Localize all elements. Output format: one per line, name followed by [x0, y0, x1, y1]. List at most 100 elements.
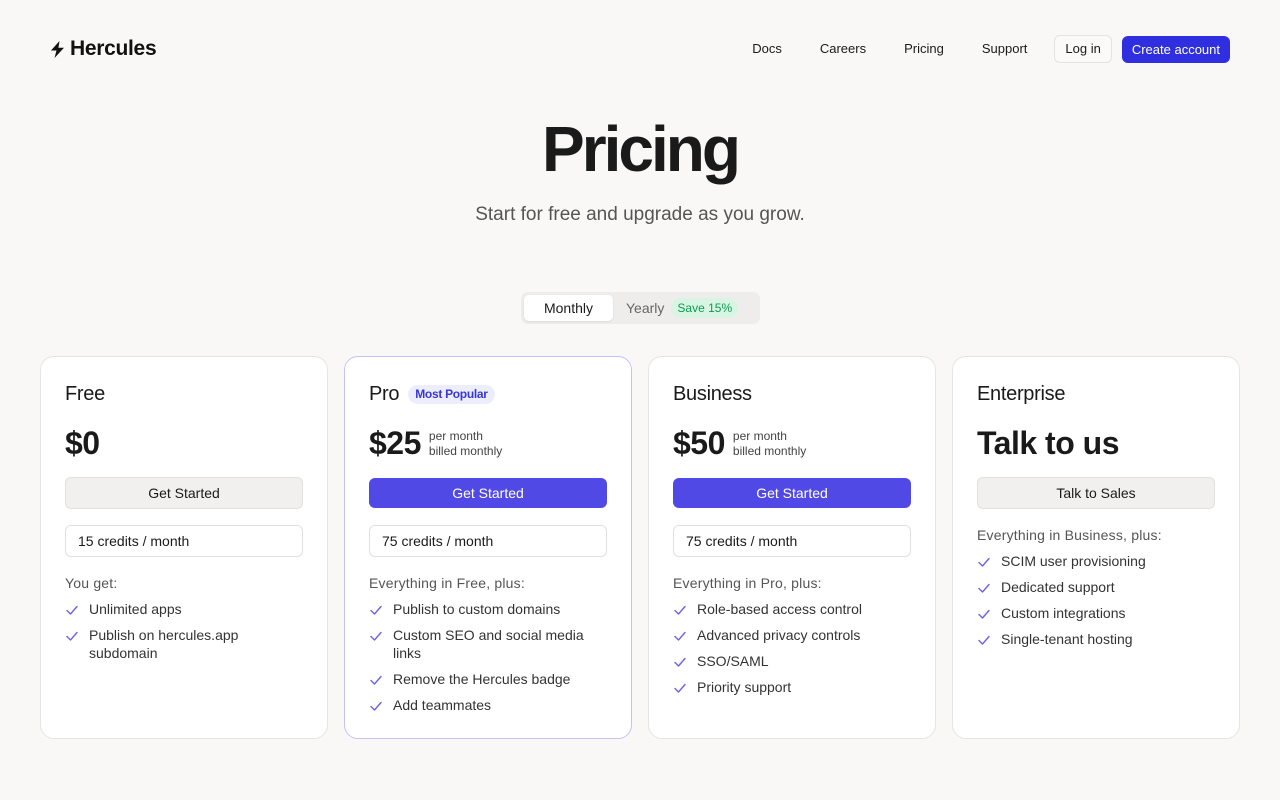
credits-selector[interactable]: 15 credits / month — [65, 525, 303, 557]
plan-name: Enterprise — [977, 383, 1065, 406]
feature-item: SCIM user provisioning — [977, 552, 1217, 570]
check-icon — [66, 631, 78, 641]
plan-card-enterprise: Enterprise Talk to us Talk to Sales Ever… — [952, 356, 1240, 739]
features-heading: You get: — [65, 575, 118, 591]
plan-price: $25 per month billed monthly — [369, 423, 502, 463]
check-icon — [370, 631, 382, 641]
create-account-button[interactable]: Create account — [1121, 35, 1230, 63]
check-icon — [370, 675, 382, 685]
price-value: Talk to us — [977, 425, 1119, 461]
feature-label: Advanced privacy controls — [697, 627, 861, 643]
feature-item: Add teammates — [369, 696, 609, 714]
feature-item: Advanced privacy controls — [673, 626, 913, 644]
feature-item: Role-based access control — [673, 600, 913, 618]
feature-item: Priority support — [673, 678, 913, 696]
price-value: $25 — [369, 425, 421, 461]
feature-item: Custom integrations — [977, 604, 1217, 622]
site-header: Hercules Docs Careers Pricing Support Lo… — [0, 0, 1280, 98]
billing-period-toggle: Monthly Yearly Save 15% — [521, 292, 760, 324]
price-billing: billed monthly — [428, 444, 503, 458]
price-billing: billed monthly — [732, 444, 807, 458]
feature-list: Publish to custom domains Custom SEO and… — [369, 600, 609, 722]
feature-label: Single-tenant hosting — [1001, 631, 1133, 647]
feature-label: Remove the Hercules badge — [393, 671, 571, 687]
feature-label: Publish on hercules.app subdomain — [89, 627, 239, 661]
nav-careers[interactable]: Careers — [820, 35, 866, 63]
check-icon — [370, 605, 382, 615]
page-subtitle: Start for free and upgrade as you grow. — [475, 204, 805, 225]
feature-item: Dedicated support — [977, 578, 1217, 596]
get-started-button[interactable]: Get Started — [65, 477, 303, 509]
check-icon — [978, 635, 990, 645]
plan-name-text: Pro — [369, 383, 400, 405]
plan-name: Pro Most Popular — [369, 383, 495, 406]
plan-card-pro: Pro Most Popular $25 per month billed mo… — [344, 356, 632, 739]
plan-name-text: Business — [673, 383, 752, 405]
price-value: $0 — [65, 425, 100, 461]
lightning-bolt-icon — [51, 40, 64, 58]
credits-selector[interactable]: 75 credits / month — [369, 525, 607, 557]
log-in-button[interactable]: Log in — [1054, 35, 1112, 63]
feature-item: Remove the Hercules badge — [369, 670, 609, 688]
check-icon — [978, 583, 990, 593]
credits-selector[interactable]: 75 credits / month — [673, 525, 911, 557]
check-icon — [674, 631, 686, 641]
feature-list: Unlimited apps Publish on hercules.app s… — [65, 600, 305, 670]
features-heading: Everything in Business, plus: — [977, 527, 1162, 543]
top-nav: Docs Careers Pricing Support Log in Crea… — [752, 35, 1230, 63]
talk-to-sales-button[interactable]: Talk to Sales — [977, 477, 1215, 509]
feature-label: Dedicated support — [1001, 579, 1115, 595]
feature-label: Role-based access control — [697, 601, 862, 617]
feature-item: Unlimited apps — [65, 600, 305, 618]
check-icon — [66, 605, 78, 615]
yearly-label: Yearly — [626, 300, 665, 316]
feature-label: SSO/SAML — [697, 653, 769, 669]
check-icon — [674, 657, 686, 667]
price-period: per month — [428, 429, 483, 443]
price-note: per month billed monthly — [733, 427, 806, 459]
plan-price: $50 per month billed monthly — [673, 423, 806, 463]
feature-label: Publish to custom domains — [393, 601, 561, 617]
check-icon — [978, 609, 990, 619]
plan-price: Talk to us — [977, 423, 1119, 463]
feature-label: Custom integrations — [1001, 605, 1126, 621]
feature-item: SSO/SAML — [673, 652, 913, 670]
features-heading: Everything in Free, plus: — [369, 575, 525, 591]
feature-label: Priority support — [697, 679, 792, 695]
price-note: per month billed monthly — [429, 427, 502, 459]
nav-pricing[interactable]: Pricing — [904, 35, 944, 63]
feature-list: Role-based access control Advanced priva… — [673, 600, 913, 704]
plan-card-free: Free $0 Get Started 15 credits / month Y… — [40, 356, 328, 739]
brand-name: Hercules — [70, 37, 157, 60]
feature-list: SCIM user provisioning Dedicated support… — [977, 552, 1217, 656]
plan-name-text: Enterprise — [977, 383, 1066, 405]
nav-docs[interactable]: Docs — [752, 35, 782, 63]
nav-support[interactable]: Support — [982, 35, 1028, 63]
feature-label: SCIM user provisioning — [1001, 553, 1146, 569]
check-icon — [370, 701, 382, 711]
plan-price: $0 — [65, 423, 100, 463]
feature-item: Publish to custom domains — [369, 600, 609, 618]
price-value: $50 — [673, 425, 725, 461]
page-title: Pricing — [542, 113, 741, 185]
most-popular-badge: Most Popular — [408, 385, 495, 404]
plan-name: Business — [673, 383, 752, 406]
get-started-button[interactable]: Get Started — [369, 478, 607, 508]
get-started-button[interactable]: Get Started — [673, 478, 911, 508]
check-icon — [674, 605, 686, 615]
monthly-option[interactable]: Monthly — [524, 295, 613, 321]
save-badge: Save 15% — [671, 298, 739, 318]
check-icon — [978, 557, 990, 567]
plan-name-text: Free — [65, 383, 105, 405]
feature-label: Add teammates — [393, 697, 492, 713]
plan-name: Free — [65, 383, 105, 406]
check-icon — [674, 683, 686, 693]
feature-label: Unlimited apps — [89, 601, 182, 617]
yearly-option[interactable]: Yearly Save 15% — [626, 295, 739, 321]
brand-logo[interactable]: Hercules — [50, 36, 157, 62]
feature-label: Custom SEO and social media links — [393, 627, 584, 661]
feature-item: Custom SEO and social media links — [369, 626, 609, 662]
feature-item: Single-tenant hosting — [977, 630, 1217, 648]
feature-item: Publish on hercules.app subdomain — [65, 626, 305, 662]
features-heading: Everything in Pro, plus: — [673, 575, 822, 591]
